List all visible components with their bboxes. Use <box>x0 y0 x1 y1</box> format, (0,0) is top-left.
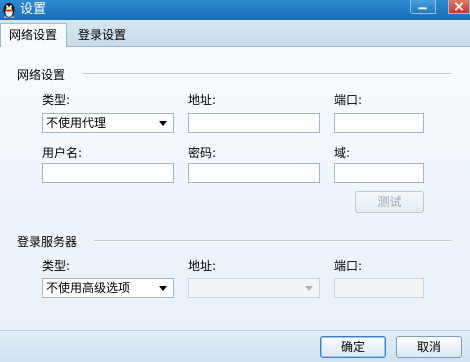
network-section-title: 网络设置 <box>17 68 66 82</box>
tab-network-settings[interactable]: 网络设置 <box>0 23 67 48</box>
settings-panel: 网络设置 类型: 地址: 端口: 不使用代理 用户名: 密码: 域: 测试 登录… <box>0 47 470 330</box>
proxy-port-input[interactable] <box>334 113 424 133</box>
proxy-type-value: 不使用代理 <box>46 116 107 130</box>
close-button[interactable] <box>448 0 470 14</box>
cancel-button[interactable]: 取消 <box>396 336 462 358</box>
test-button[interactable]: 测试 <box>355 191 424 213</box>
title-bar: 设置 <box>0 0 470 20</box>
chevron-down-icon <box>305 286 313 291</box>
close-icon <box>454 2 464 11</box>
proxy-type-select[interactable]: 不使用代理 <box>42 113 174 133</box>
minimize-button[interactable] <box>410 0 436 14</box>
username-label: 用户名: <box>42 146 83 160</box>
qq-penguin-icon <box>3 3 15 18</box>
password-input[interactable] <box>188 163 320 183</box>
chevron-down-icon <box>159 286 167 291</box>
server-type-select[interactable]: 不使用高级选项 <box>42 278 174 298</box>
login-server-section-divider <box>94 240 452 242</box>
server-port-label: 端口: <box>334 259 363 273</box>
proxy-address-input[interactable] <box>188 113 320 133</box>
chevron-down-icon <box>159 121 167 126</box>
server-type-value: 不使用高级选项 <box>46 281 131 295</box>
server-address-select[interactable] <box>188 278 320 298</box>
login-server-section-title: 登录服务器 <box>17 235 78 249</box>
ok-button[interactable]: 确定 <box>320 336 386 358</box>
username-input[interactable] <box>42 163 174 183</box>
network-port-label: 端口: <box>334 93 363 107</box>
domain-input[interactable] <box>334 163 424 183</box>
window-title: 设置 <box>20 2 47 17</box>
tab-strip: 网络设置 登录设置 <box>0 20 470 48</box>
tab-login-settings[interactable]: 登录设置 <box>70 24 134 47</box>
server-port-input[interactable] <box>334 278 424 298</box>
network-section-divider <box>82 73 452 75</box>
network-type-label: 类型: <box>42 93 71 107</box>
domain-label: 域: <box>334 146 351 160</box>
server-type-label: 类型: <box>42 259 71 273</box>
server-address-label: 地址: <box>188 259 217 273</box>
password-label: 密码: <box>188 146 217 160</box>
network-address-label: 地址: <box>188 93 217 107</box>
dialog-footer: 确定 取消 <box>0 330 470 362</box>
minimize-icon <box>418 7 427 10</box>
